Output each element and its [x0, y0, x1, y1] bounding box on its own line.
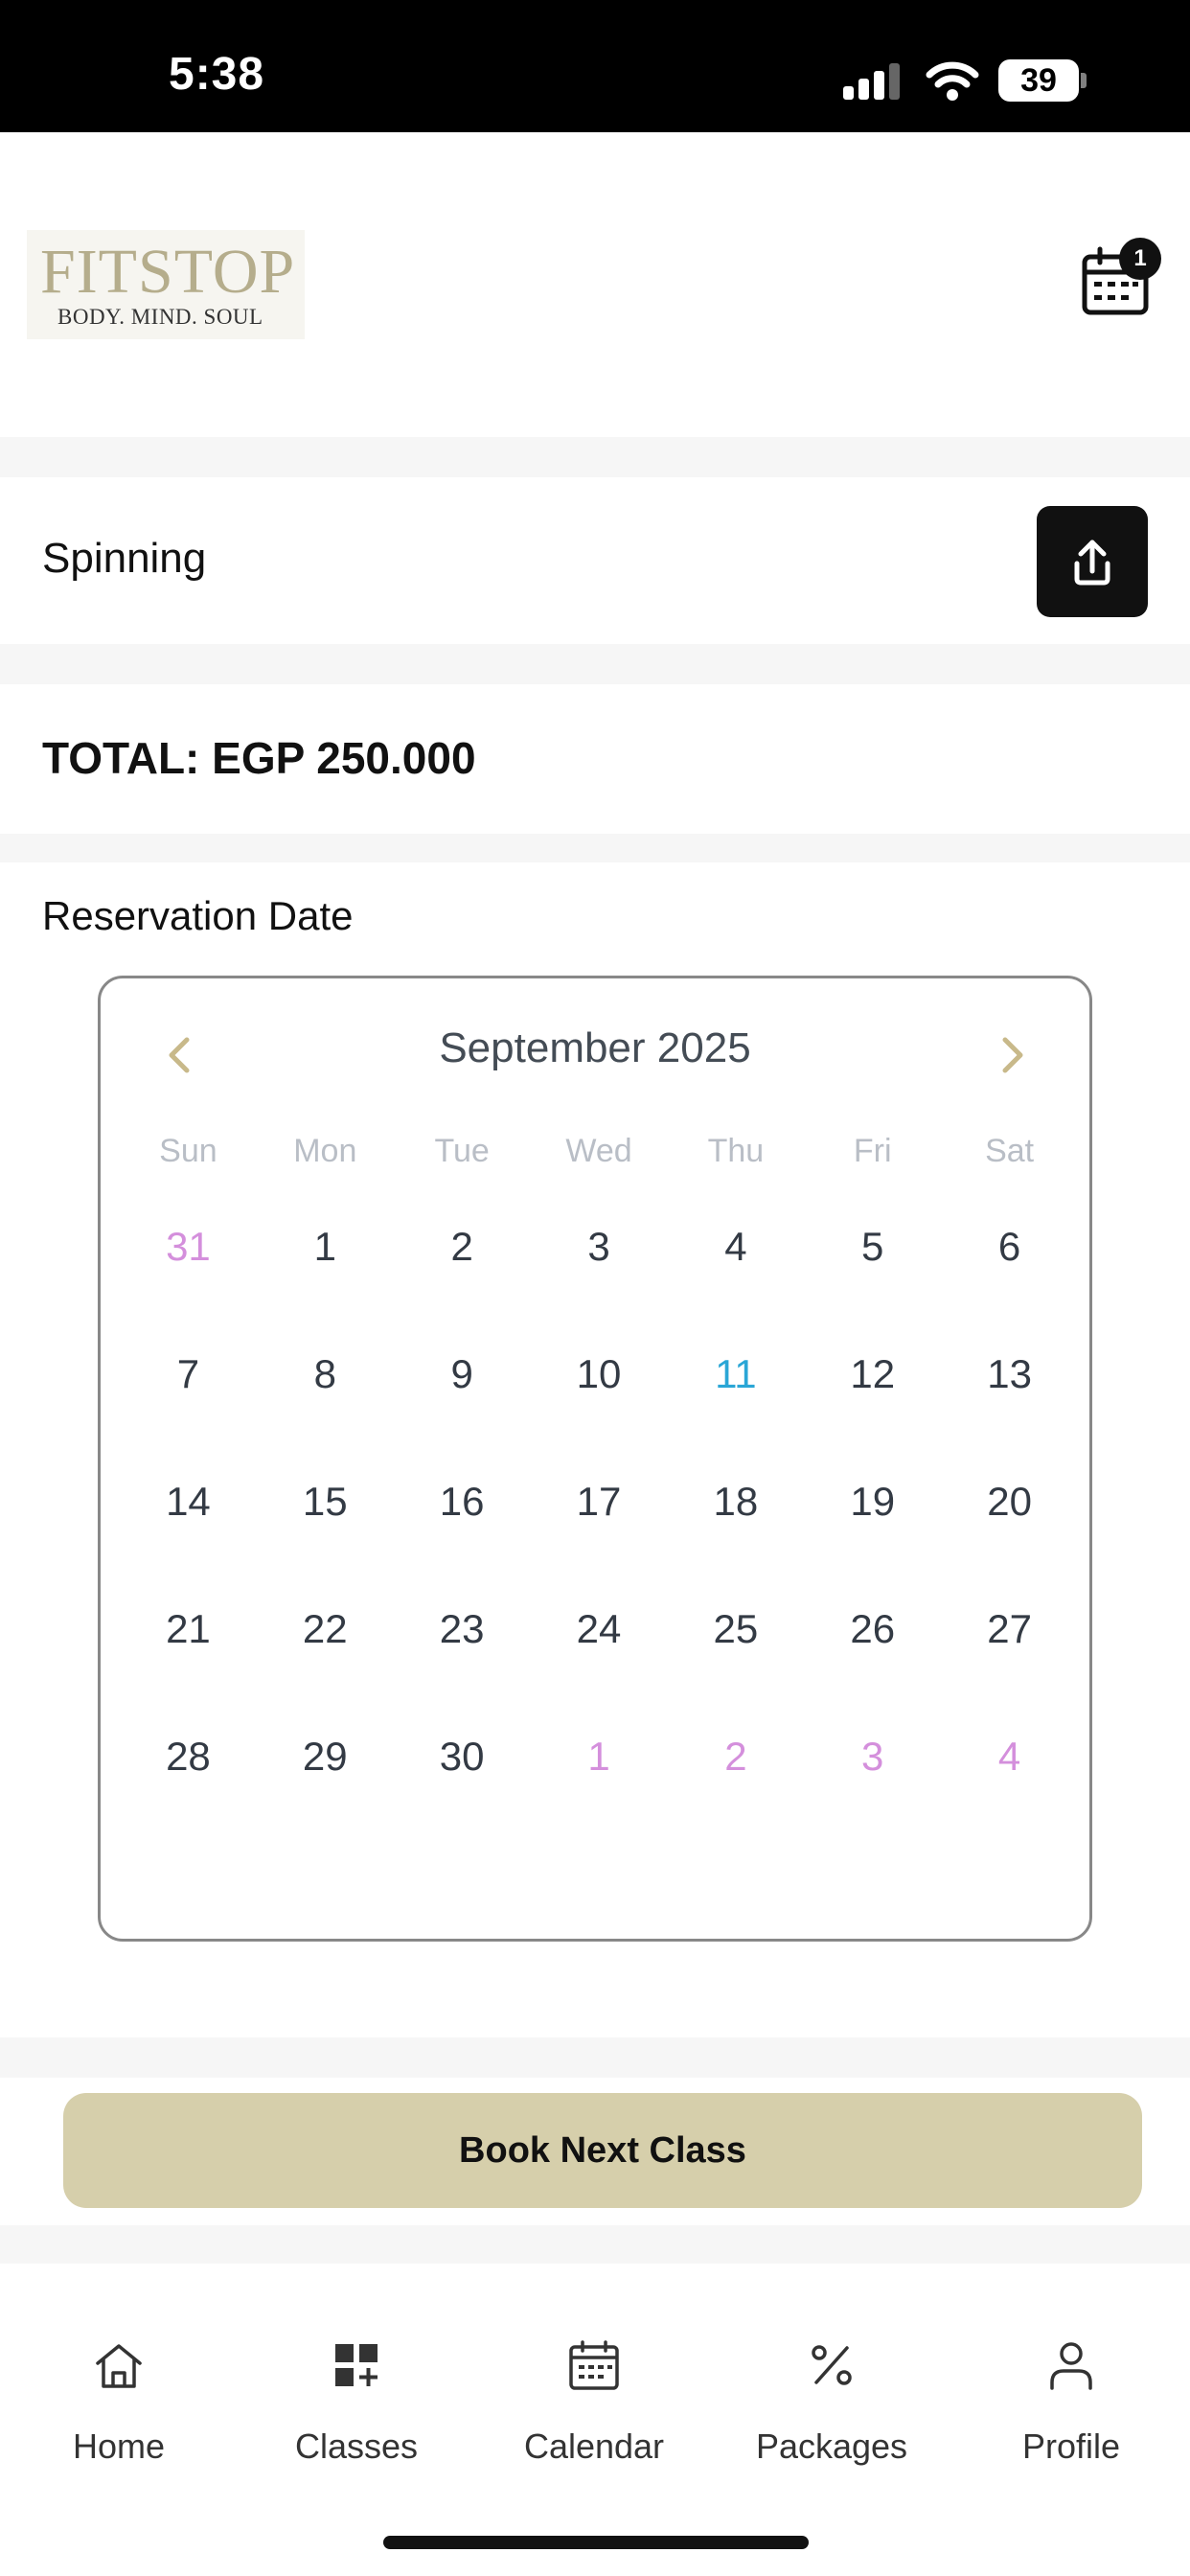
calendar-day[interactable]: 20 [941, 1454, 1078, 1581]
separator [0, 834, 1190, 862]
weekday-sun: Sun [159, 1133, 217, 1169]
calendar-day[interactable]: 10 [531, 1326, 668, 1454]
tab-label: Classes [294, 2426, 419, 2466]
calendar-month-label: September 2025 [439, 1024, 751, 1071]
calendar-day[interactable]: 25 [667, 1581, 804, 1709]
calendar-day[interactable]: 5 [804, 1199, 941, 1326]
separator [0, 2037, 1190, 2078]
battery-level: 39 [1020, 62, 1057, 99]
week-row: 7 8 9 10 11 12 13 [120, 1326, 1078, 1454]
tab-packages[interactable]: Packages [713, 2338, 950, 2482]
tab-home[interactable]: Home [0, 2338, 238, 2482]
battery-icon: 39 [998, 59, 1079, 102]
week-row: 31 1 2 3 4 5 6 [120, 1199, 1078, 1326]
logo-title: FITSTOP [40, 237, 296, 307]
signal-icon [843, 61, 904, 100]
tab-profile[interactable]: Profile [952, 2338, 1190, 2482]
reservation-date-label: Reservation Date [42, 893, 354, 938]
calendar-day[interactable]: 18 [667, 1454, 804, 1581]
separator [0, 437, 1190, 477]
calendar-day-today[interactable]: 11 [667, 1326, 804, 1454]
share-icon [1074, 540, 1110, 586]
separator [0, 2225, 1190, 2264]
calendar-day[interactable]: 8 [257, 1326, 394, 1454]
calendar-badge: 1 [1119, 238, 1161, 280]
logo-subtitle: BODY. MIND. SOUL [57, 305, 263, 329]
calendar-day[interactable]: 7 [120, 1326, 257, 1454]
calendar-day[interactable]: 2 [394, 1199, 531, 1326]
weekday-mon: Mon [293, 1133, 357, 1169]
tab-label: Profile [1021, 2426, 1121, 2466]
calendar-icon [569, 2340, 619, 2390]
calendar-day[interactable]: 4 [667, 1199, 804, 1326]
calendar-day[interactable]: 3 [804, 1709, 941, 1836]
calendar-day[interactable]: 16 [394, 1454, 531, 1581]
date-picker: September 2025 Sun Mon Tue Wed Thu Fri S… [98, 976, 1092, 1942]
battery-nub [1081, 73, 1087, 88]
calendar-day[interactable]: 21 [120, 1581, 257, 1709]
weekday-thu: Thu [707, 1133, 765, 1169]
calendar-day[interactable]: 2 [667, 1709, 804, 1836]
calendar-day[interactable]: 1 [531, 1709, 668, 1836]
calendar-day[interactable]: 14 [120, 1454, 257, 1581]
tab-label: Home [72, 2426, 166, 2466]
calendar-day[interactable]: 28 [120, 1709, 257, 1836]
book-next-class-button[interactable]: Book Next Class [63, 2093, 1142, 2208]
calendar-day[interactable]: 3 [531, 1199, 668, 1326]
home-indicator [383, 2536, 809, 2549]
home-icon [96, 2344, 142, 2388]
weekday-wed: Wed [565, 1133, 632, 1169]
class-name: Spinning [42, 535, 207, 582]
calendar-day[interactable]: 6 [941, 1199, 1078, 1326]
calendar-day[interactable]: 1 [257, 1199, 394, 1326]
calendar-day[interactable]: 13 [941, 1326, 1078, 1454]
tab-label: Calendar [523, 2426, 665, 2466]
fitstop-logo: FITSTOP BODY. MIND. SOUL [27, 230, 305, 339]
chevron-right-icon[interactable] [982, 1026, 1040, 1084]
tab-calendar[interactable]: Calendar [475, 2338, 713, 2482]
calendar-day[interactable]: 30 [394, 1709, 531, 1836]
weekday-sat: Sat [985, 1133, 1035, 1169]
calendar-day[interactable]: 31 [120, 1199, 257, 1326]
separator [0, 644, 1190, 684]
calendar-day[interactable]: 9 [394, 1326, 531, 1454]
weekday-fri: Fri [853, 1133, 892, 1169]
wifi-icon [926, 61, 979, 101]
calendar-day[interactable]: 24 [531, 1581, 668, 1709]
status-bar: 5:38 39 [0, 0, 1190, 132]
classes-grid-icon [335, 2344, 378, 2386]
calendar-grid: Sun Mon Tue Wed Thu Fri Sat 31 1 2 3 4 5… [120, 1122, 1078, 1836]
calendar-day[interactable]: 23 [394, 1581, 531, 1709]
calendar-day[interactable]: 17 [531, 1454, 668, 1581]
share-button[interactable] [1037, 506, 1148, 617]
calendar-day[interactable]: 27 [941, 1581, 1078, 1709]
calendar-day[interactable]: 22 [257, 1581, 394, 1709]
tab-label: Packages [755, 2426, 908, 2466]
calendar-day[interactable]: 15 [257, 1454, 394, 1581]
status-time: 5:38 [169, 49, 265, 100]
weekday-row: Sun Mon Tue Wed Thu Fri Sat [120, 1122, 1078, 1180]
profile-icon [1050, 2342, 1092, 2390]
total-price: TOTAL: EGP 250.000 [42, 733, 476, 783]
calendar-day[interactable]: 29 [257, 1709, 394, 1836]
calendar-day[interactable]: 26 [804, 1581, 941, 1709]
calendar-day[interactable]: 19 [804, 1454, 941, 1581]
week-row: 14 15 16 17 18 19 20 [120, 1454, 1078, 1581]
percent-icon [812, 2345, 852, 2385]
tab-classes[interactable]: Classes [238, 2338, 475, 2482]
week-row: 28 29 30 1 2 3 4 [120, 1709, 1078, 1836]
weekday-tue: Tue [434, 1133, 490, 1169]
week-row: 21 22 23 24 25 26 27 [120, 1581, 1078, 1709]
calendar-day[interactable]: 12 [804, 1326, 941, 1454]
calendar-day[interactable]: 4 [941, 1709, 1078, 1836]
